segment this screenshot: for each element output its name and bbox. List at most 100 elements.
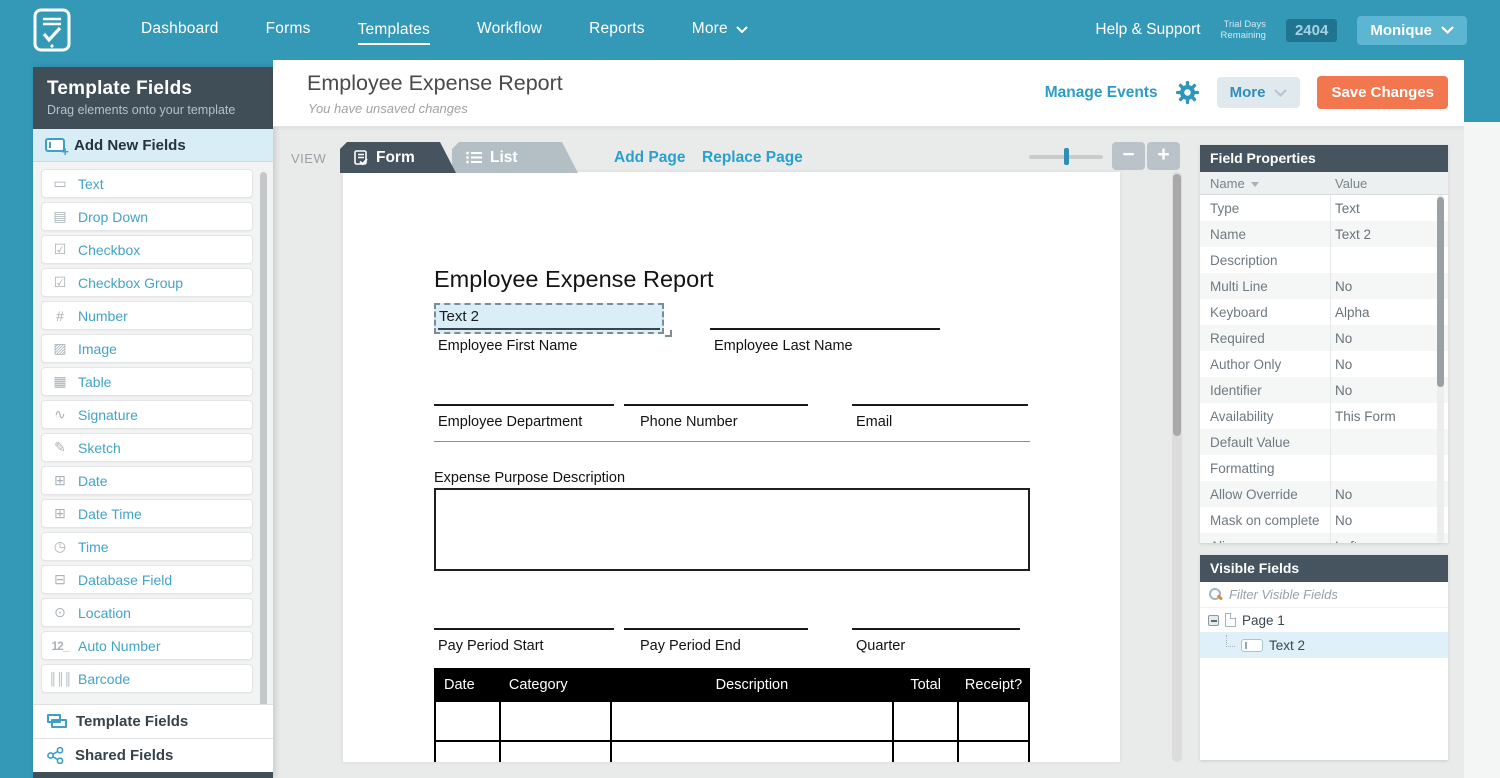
collapse-expander-icon[interactable]	[1208, 615, 1219, 626]
field-label-pay-start: Pay Period Start	[438, 638, 544, 654]
field-type-auto-number[interactable]: 12_Auto Number	[41, 631, 253, 660]
trial-days-badge: 2404	[1286, 19, 1337, 42]
filter-visible-fields-input[interactable]	[1229, 587, 1409, 602]
field-type-label: Auto Number	[78, 638, 160, 654]
field-type-checkbox[interactable]: ☑Checkbox	[41, 235, 253, 264]
property-row-default-value[interactable]: Default Value	[1200, 429, 1448, 455]
property-row-align[interactable]: AlignLeft	[1200, 533, 1448, 543]
field-type-label: Sketch	[78, 440, 121, 456]
field-type-barcode[interactable]: ║║║Barcode	[41, 664, 253, 693]
table-header-date: Date	[435, 669, 500, 701]
app-logo[interactable]	[33, 8, 71, 52]
zoom-out-button[interactable]: −	[1112, 142, 1145, 170]
field-email[interactable]	[852, 404, 1028, 406]
nav-dashboard[interactable]: Dashboard	[141, 20, 219, 40]
text-field-icon: ▭	[42, 175, 78, 192]
field-type-label: Checkbox Group	[78, 275, 183, 291]
database-field-icon: ⊟	[42, 571, 78, 588]
property-name: Keyboard	[1210, 305, 1268, 320]
sidebar-scrollbar[interactable]	[260, 172, 267, 704]
field-type-database-field[interactable]: ⊟Database Field	[41, 565, 253, 594]
tree-connector	[1226, 635, 1235, 647]
property-name: Type	[1210, 201, 1239, 216]
field-type-table[interactable]: ▦Table	[41, 367, 253, 396]
more-actions-label: More	[1230, 84, 1266, 101]
field-department[interactable]	[434, 404, 614, 406]
field-type-image[interactable]: ▨Image	[41, 334, 253, 363]
nav-templates[interactable]: Templates	[358, 21, 430, 45]
template-fields-tab[interactable]: Template Fields	[33, 704, 273, 738]
zoom-in-button[interactable]: +	[1147, 142, 1180, 170]
chevron-down-icon	[1441, 26, 1454, 34]
property-row-allow-override[interactable]: Allow OverrideNo	[1200, 481, 1448, 507]
nav-right-cluster: Help & Support Trial Days Remaining 2404…	[1095, 16, 1467, 45]
property-row-multi-line[interactable]: Multi LineNo	[1200, 273, 1448, 299]
tree-node-field-selected[interactable]: Text 2	[1200, 632, 1448, 658]
property-row-mask-on-complete[interactable]: Mask on completeNo	[1200, 507, 1448, 533]
field-type-label: Table	[78, 374, 111, 390]
gear-icon[interactable]	[1175, 80, 1200, 105]
field-type-text[interactable]: ▭Text	[41, 169, 253, 198]
property-row-formatting[interactable]: Formatting	[1200, 455, 1448, 481]
field-type-dropdown[interactable]: ▤Drop Down	[41, 202, 253, 231]
form-heading[interactable]: Employee Expense Report	[434, 266, 714, 293]
field-pay-period-start[interactable]	[434, 628, 614, 630]
property-row-required[interactable]: RequiredNo	[1200, 325, 1448, 351]
property-row-availability[interactable]: AvailabilityThis Form	[1200, 403, 1448, 429]
dropdown-icon: ▤	[42, 208, 78, 225]
user-menu-button[interactable]: Monique	[1357, 16, 1467, 45]
property-name: Name	[1210, 227, 1246, 242]
nav-forms[interactable]: Forms	[266, 20, 311, 40]
field-type-signature[interactable]: ∿Signature	[41, 400, 253, 429]
shared-fields-tab[interactable]: Shared Fields	[33, 738, 273, 772]
property-name: Description	[1210, 253, 1278, 268]
more-actions-button[interactable]: More	[1217, 77, 1301, 108]
zoom-slider-handle[interactable]	[1064, 148, 1069, 165]
add-new-fields-section[interactable]: Add New Fields	[33, 129, 273, 162]
field-type-sketch[interactable]: ✎Sketch	[41, 433, 253, 462]
field-quarter[interactable]	[852, 628, 1020, 630]
tree-node-page[interactable]: Page 1	[1200, 608, 1448, 632]
nav-more[interactable]: More	[692, 20, 748, 40]
field-type-date[interactable]: ⊞Date	[41, 466, 253, 495]
property-row-identifier[interactable]: IdentifierNo	[1200, 377, 1448, 403]
text-field-icon	[1241, 639, 1263, 652]
property-name: Allow Override	[1210, 487, 1298, 502]
canvas-scrollbar-handle[interactable]	[1173, 174, 1181, 436]
field-purpose-description[interactable]	[434, 488, 1030, 571]
table-cell	[611, 741, 894, 762]
properties-rows: TypeText NameText 2 Description Multi Li…	[1200, 195, 1448, 543]
property-row-keyboard[interactable]: KeyboardAlpha	[1200, 299, 1448, 325]
expense-table-row	[435, 701, 1029, 741]
property-row-description[interactable]: Description	[1200, 247, 1448, 273]
nav-reports[interactable]: Reports	[589, 20, 645, 40]
replace-page-link[interactable]: Replace Page	[702, 149, 803, 167]
properties-scrollbar-handle[interactable]	[1437, 197, 1444, 387]
table-header-total: Total	[893, 669, 958, 701]
add-page-link[interactable]: Add Page	[614, 149, 685, 167]
field-type-time[interactable]: ◷Time	[41, 532, 253, 561]
field-type-checkbox-group[interactable]: ☑Checkbox Group	[41, 268, 253, 297]
save-changes-button[interactable]: Save Changes	[1317, 76, 1448, 109]
field-pay-period-end[interactable]	[624, 628, 808, 630]
tab-form-view[interactable]: Form	[340, 142, 456, 173]
manage-events-link[interactable]: Manage Events	[1045, 84, 1158, 102]
expense-table-field[interactable]: Date Category Description Total Receipt?	[434, 668, 1030, 762]
property-value: No	[1335, 513, 1352, 528]
property-row-author-only[interactable]: Author OnlyNo	[1200, 351, 1448, 377]
help-support-link[interactable]: Help & Support	[1095, 21, 1200, 39]
resize-handle[interactable]	[665, 330, 672, 337]
column-name[interactable]: Name	[1210, 176, 1259, 191]
nav-workflow[interactable]: Workflow	[477, 20, 542, 40]
field-type-date-time[interactable]: ⊞Date Time	[41, 499, 253, 528]
table-cell	[435, 701, 500, 741]
field-last-name[interactable]	[710, 328, 940, 330]
field-type-number[interactable]: #Number	[41, 301, 253, 330]
field-type-location[interactable]: ⊙Location	[41, 598, 253, 627]
list-icon	[466, 151, 482, 164]
tab-list-view[interactable]: List	[452, 142, 578, 173]
field-phone[interactable]	[624, 404, 808, 406]
property-row-name[interactable]: NameText 2	[1200, 221, 1448, 247]
property-row-type[interactable]: TypeText	[1200, 195, 1448, 221]
selected-text-field[interactable]: Text 2	[434, 303, 664, 334]
